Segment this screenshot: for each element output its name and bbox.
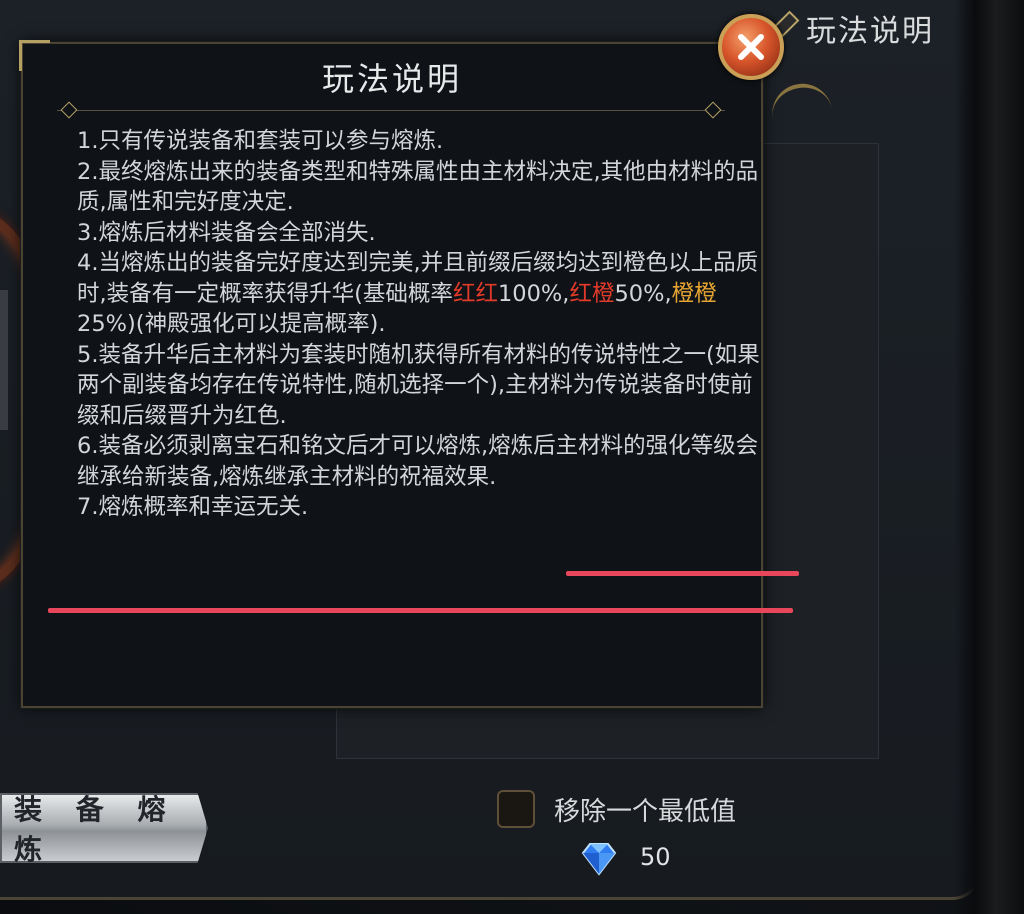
game-screen: 玩法说明 装 备 熔 炼 移除一个最低值 50 玩法说明 1.只有传说装备和套装…	[0, 0, 1024, 914]
gem-count: 50	[640, 843, 671, 871]
rock-border	[954, 0, 1024, 914]
red-underline-annotation	[48, 608, 793, 613]
diamond-gem-icon	[581, 843, 617, 876]
background-title: 玩法说明	[806, 14, 934, 49]
rule-item: 2.最终熔炼出来的装备类型和特殊属性由主材料决定,其他由材料的品质,属性和完好度…	[77, 158, 759, 216]
close-button[interactable]	[718, 14, 784, 80]
rule-percent: 100%,	[497, 280, 570, 307]
title-divider	[57, 110, 725, 111]
fusion-button-label: 装 备 熔 炼	[14, 793, 178, 866]
remove-lowest-checkbox[interactable]	[497, 790, 535, 828]
dialog-title: 玩法说明	[321, 60, 462, 98]
left-side-tab	[0, 290, 8, 430]
quality-red-orange: 红橙	[569, 280, 615, 307]
quality-orange-orange: 橙橙	[671, 280, 717, 307]
rule-item: 6.装备必须剥离宝石和铭文后才可以熔炼,熔炼后主材料的强化等级会继承给新装备,熔…	[77, 433, 759, 490]
divider-left-ornament	[60, 101, 78, 119]
rule-item: 3.熔炼后材料装备会全部消失.	[77, 219, 376, 246]
rule-percent: 50%,	[614, 280, 672, 307]
rule-item: 7.熔炼概率和幸运无关.	[77, 494, 309, 520]
rule-item: 1.只有传说装备和套装可以参与熔炼.	[77, 128, 444, 154]
quality-red-red: 红红	[452, 280, 498, 307]
divider-right-ornament	[704, 101, 722, 119]
rule-item: 4.当熔炼出的装备完好度达到完美,并且前缀后缀均达到橙色以上品质时,装备有一定概…	[77, 248, 767, 340]
red-underline-annotation	[566, 571, 799, 576]
remove-lowest-label: 移除一个最低值	[554, 797, 737, 827]
rules-list: 1.只有传说装备和套装可以参与熔炼. 2.最终熔炼出来的装备类型和特殊属性由主材…	[77, 126, 767, 523]
rule-item: 5.装备升华后主材料为套装时随机获得所有材料的传说特性之一(如果两个副装备均存在…	[77, 341, 760, 429]
close-icon	[738, 34, 764, 60]
rule-text: 25%)(神殿强化可以提高概率).	[77, 311, 386, 337]
equipment-fusion-button[interactable]: 装 备 熔 炼	[0, 793, 208, 863]
